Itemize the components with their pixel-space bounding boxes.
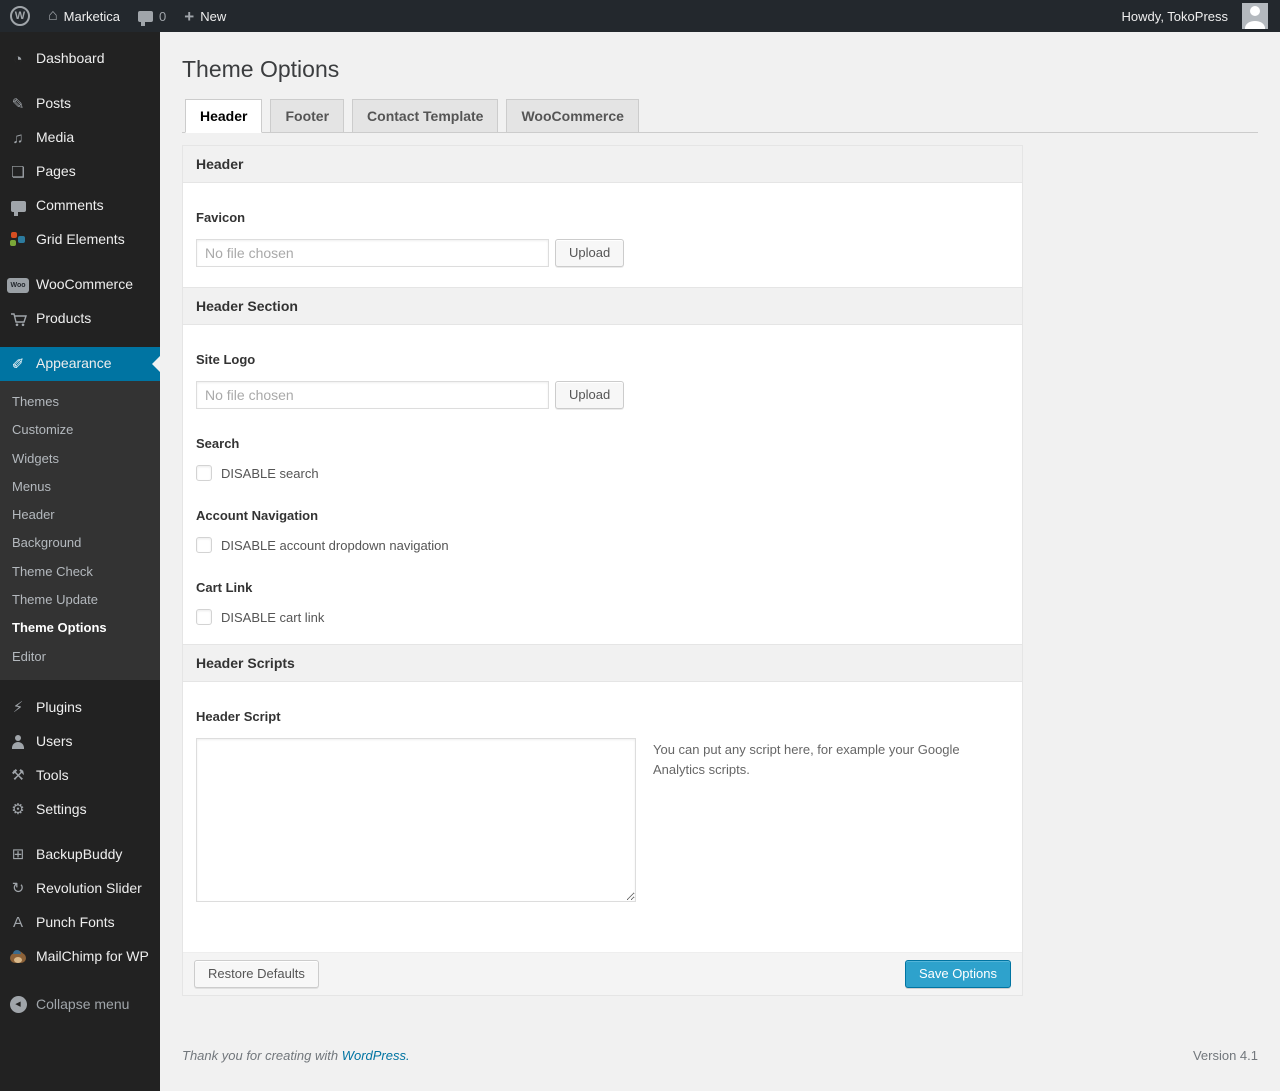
sidebar-item-mailchimp[interactable]: MailChimp for WP — [0, 940, 160, 974]
favicon-file-input[interactable] — [196, 239, 549, 268]
sidebar-item-settings[interactable]: ⚙ Settings — [0, 793, 160, 827]
sidebar-item-woocommerce[interactable]: Woo WooCommerce — [0, 268, 160, 302]
sidebar-item-dashboard[interactable]: ◔ Dashboard — [0, 42, 160, 76]
site-logo-label: Site Logo — [196, 352, 256, 368]
disable-search-checkbox-label: DISABLE search — [221, 465, 319, 481]
collapse-menu-button[interactable]: ◀ Collapse menu — [0, 988, 160, 1022]
media-icon: ♫ — [12, 129, 24, 147]
section-header: Header — [183, 146, 1022, 184]
new-label: New — [200, 8, 227, 24]
disable-account-nav-checkbox[interactable] — [196, 537, 212, 554]
header-script-label: Header Script — [196, 709, 281, 725]
submenu-item-themes[interactable]: Themes — [0, 388, 160, 416]
disable-cart-link-checkbox[interactable] — [196, 609, 212, 626]
footer-thanks: Thank you for creating with WordPress. — [182, 1047, 410, 1063]
backupbuddy-icon: ⊞ — [11, 846, 25, 864]
pushpin-icon: ✎ — [11, 95, 25, 113]
revolution-slider-icon: ↻ — [11, 880, 25, 898]
sidebar-item-users[interactable]: Users — [0, 725, 160, 759]
sidebar-item-plugins[interactable]: ⚡ Plugins — [0, 691, 160, 725]
wordpress-link[interactable]: WordPress. — [342, 1048, 410, 1063]
sidebar-item-tools[interactable]: ⚒ Tools — [0, 759, 160, 793]
wordpress-logo-icon: W — [10, 6, 30, 26]
panel-footer: Restore Defaults Save Options — [183, 952, 1022, 995]
collapse-arrow-icon: ◀ — [0, 996, 36, 1014]
section-header-section: Header Section — [183, 287, 1022, 326]
sidebar-item-grid-elements[interactable]: Grid Elements — [0, 223, 160, 257]
settings-icon: ⚙ — [11, 801, 25, 819]
tab-woocommerce[interactable]: WooCommerce — [506, 98, 639, 134]
footer-version: Version 4.1 — [1192, 1047, 1258, 1063]
account-navigation-label: Account Navigation — [196, 508, 319, 524]
header-script-hint: You can put any script here, for example… — [653, 742, 960, 778]
wp-logo-menu[interactable]: W — [10, 6, 30, 26]
comments-count: 0 — [159, 8, 167, 24]
submenu-item-widgets[interactable]: Widgets — [0, 445, 160, 473]
section-header-scripts: Header Scripts — [183, 644, 1022, 683]
theme-options-panel: Header Favicon Upload Header Section Sit… — [182, 145, 1023, 996]
page-title: Theme Options — [182, 56, 340, 82]
sidebar-item-backupbuddy[interactable]: ⊞ BackupBuddy — [0, 838, 160, 872]
site-name: Marketica — [63, 8, 121, 24]
site-logo-upload-button[interactable]: Upload — [555, 381, 625, 409]
submenu-item-editor[interactable]: Editor — [0, 643, 160, 671]
mailchimp-monkey-icon — [0, 949, 36, 965]
account-menu[interactable]: Howdy, TokoPress — [1122, 3, 1268, 29]
plugin-icon: ⚡ — [12, 699, 24, 717]
site-logo-file-input[interactable] — [196, 381, 549, 410]
submenu-item-theme-check[interactable]: Theme Check — [0, 558, 160, 586]
sidebar-item-revolution-slider[interactable]: ↻ Revolution Slider — [0, 872, 160, 906]
pages-icon: ❏ — [11, 163, 25, 181]
tab-bar: Header Footer Contact Template WooCommer… — [182, 98, 1258, 134]
sidebar-item-comments[interactable]: Comments — [0, 189, 160, 223]
favicon-label: Favicon — [196, 210, 246, 226]
plus-icon: + — [184, 6, 195, 26]
restore-defaults-button[interactable]: Restore Defaults — [194, 960, 319, 988]
submenu-item-header[interactable]: Header — [0, 501, 160, 529]
appearance-brush-icon: ✐ — [11, 355, 25, 373]
comments-icon — [0, 200, 36, 216]
tools-wrench-icon: ⚒ — [11, 767, 25, 785]
tab-footer[interactable]: Footer — [270, 98, 345, 134]
main-content: Theme Options Header Footer Contact Temp… — [160, 32, 1280, 1091]
sidebar-item-products[interactable]: Products — [0, 302, 160, 336]
admin-bar: W ⌂ Marketica 0 + New Howdy, TokoPress — [0, 0, 1280, 32]
admin-menu: ◔ Dashboard ✎ Posts ♫ Media ❏ Pages Comm… — [0, 32, 160, 1091]
disable-account-nav-checkbox-label: DISABLE account dropdown navigation — [221, 537, 449, 553]
new-content-menu[interactable]: + New — [184, 8, 226, 25]
users-icon — [0, 734, 36, 749]
avatar — [1242, 3, 1268, 29]
tab-contact-template[interactable]: Contact Template — [352, 98, 499, 134]
disable-search-checkbox[interactable] — [196, 465, 212, 482]
site-link[interactable]: ⌂ Marketica — [48, 8, 120, 24]
comments-shortcut[interactable]: 0 — [138, 8, 167, 26]
comment-bubble-icon — [138, 10, 154, 26]
header-script-textarea[interactable] — [196, 738, 636, 903]
submenu-item-theme-update[interactable]: Theme Update — [0, 586, 160, 614]
favicon-upload-button[interactable]: Upload — [555, 239, 625, 267]
sidebar-item-posts[interactable]: ✎ Posts — [0, 87, 160, 121]
home-icon: ⌂ — [48, 7, 58, 24]
dashboard-icon: ◔ — [13, 50, 23, 68]
submenu-item-menus[interactable]: Menus — [0, 473, 160, 501]
cart-icon — [0, 312, 36, 327]
submenu-item-customize[interactable]: Customize — [0, 416, 160, 444]
save-options-button[interactable]: Save Options — [904, 960, 1011, 988]
sidebar-item-media[interactable]: ♫ Media — [0, 121, 160, 155]
disable-cart-link-checkbox-label: DISABLE cart link — [221, 609, 325, 625]
howdy-text: Howdy, TokoPress — [1121, 8, 1228, 24]
tab-header[interactable]: Header — [185, 98, 263, 134]
cart-link-label: Cart Link — [196, 580, 253, 596]
search-label: Search — [196, 436, 240, 452]
woocommerce-icon: Woo — [0, 277, 36, 293]
grid-elements-icon — [0, 232, 36, 248]
submenu-item-background[interactable]: Background — [0, 529, 160, 557]
punch-fonts-icon: A — [12, 914, 23, 932]
admin-footer: Thank you for creating with WordPress. V… — [182, 1048, 1258, 1063]
sidebar-item-pages[interactable]: ❏ Pages — [0, 155, 160, 189]
submenu-item-theme-options[interactable]: Theme Options — [0, 614, 160, 642]
appearance-submenu: Themes Customize Widgets Menus Header Ba… — [0, 381, 160, 680]
sidebar-item-appearance[interactable]: ✐ Appearance — [0, 347, 160, 381]
sidebar-item-punch-fonts[interactable]: A Punch Fonts — [0, 906, 160, 940]
